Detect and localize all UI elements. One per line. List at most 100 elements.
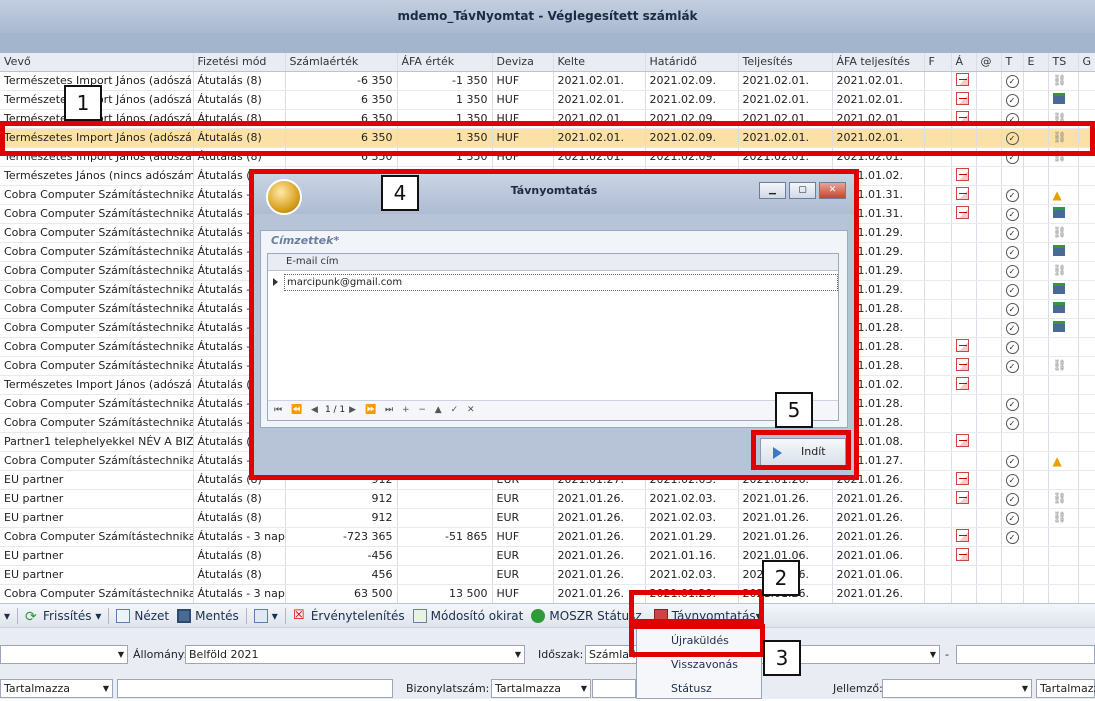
save-button[interactable]: Mentés (173, 605, 243, 627)
moszr-status-button[interactable]: MOSZR Státusz (527, 605, 645, 627)
minimize-button[interactable]: ▁ (759, 182, 786, 199)
column-header[interactable]: T (1001, 53, 1024, 72)
view-button[interactable]: Nézet (112, 605, 173, 627)
column-header[interactable]: @ (976, 53, 1002, 72)
column-header[interactable]: Á (951, 53, 977, 72)
refresh-icon: ⟳ (25, 608, 37, 625)
filter-text-1[interactable] (117, 679, 393, 698)
table-row[interactable]: Természetes Import János (adószá...Átuta… (0, 147, 1095, 167)
table-cell (1023, 413, 1049, 433)
table-cell (924, 508, 952, 528)
separator (108, 607, 110, 624)
remote-print-label: Távnyomtatás (671, 608, 756, 623)
table-cell: 2021.01.06. (832, 546, 925, 566)
filter-mode-3[interactable]: Tartalmazza (1036, 679, 1095, 698)
table-cell (1023, 375, 1049, 395)
close-button[interactable]: ✕ (819, 182, 846, 199)
app-logo-icon (266, 179, 302, 215)
column-header[interactable]: ÁFA érték (397, 53, 493, 72)
toolbar-more-button[interactable]: ▾ (0, 605, 14, 627)
column-header[interactable]: Határidő (645, 53, 739, 72)
table-cell: Cobra Computer Számítástechnikai ... (0, 394, 194, 414)
table-cell: ✓ (1001, 356, 1024, 376)
table-cell (1023, 90, 1049, 110)
maximize-button[interactable]: ▢ (789, 182, 816, 199)
table-cell: Átutalás - 3 nap (193, 527, 286, 547)
table-cell (924, 242, 952, 262)
table-row[interactable]: EU partner Átutalás (8) 456 EUR 2021.01.26. 2… (0, 565, 1095, 585)
table-cell: 2021.02.01. (832, 109, 925, 129)
table-cell (924, 394, 952, 414)
table-cell (1023, 280, 1049, 300)
table-row[interactable]: Cobra Computer Számítástechnikai ... Átut… (0, 584, 1095, 604)
column-header[interactable]: E (1023, 53, 1049, 72)
table-cell: Partner1 telephelyekkel NÉV A BIZ... (0, 432, 194, 452)
table-cell (951, 470, 977, 490)
filter-text-2[interactable] (592, 679, 636, 698)
date-to-input[interactable] (956, 645, 1095, 664)
pdf-icon (955, 528, 969, 542)
search-dropdown-button[interactable]: ▾ (250, 605, 282, 627)
table-cell: ✓ (1001, 204, 1024, 224)
check-circle-icon: ✓ (1005, 245, 1019, 259)
grid-navigator[interactable]: ⏮ ⏪ ◀ 1 / 1 ▶ ⏩ ⏭ + − ▲ ✓ ✕ (268, 400, 838, 420)
column-header[interactable]: Kelte (553, 53, 646, 72)
modify-document-button[interactable]: Módosító okirat (409, 605, 528, 627)
column-header[interactable]: Teljesítés (738, 53, 833, 72)
menu-item-resend[interactable]: Újraküldés (637, 629, 761, 653)
remote-print-menu: Újraküldés Visszavonás Státusz (636, 628, 762, 699)
column-header[interactable]: ÁFA teljesítés (832, 53, 925, 72)
table-cell: ⛓ (1048, 147, 1079, 167)
table-cell: Természetes János (nincs adószáma) (0, 166, 194, 186)
table-row[interactable]: Természetes Import János (adószá...Átuta… (0, 109, 1095, 129)
table-cell: Cobra Computer Számítástechnikai ... (0, 318, 194, 338)
table-row[interactable]: EU partner Átutalás (8) -456 EUR 2021.01.26.… (0, 546, 1095, 566)
column-header[interactable]: G (1078, 53, 1095, 72)
column-header[interactable]: F (924, 53, 952, 72)
table-row[interactable]: EU partner Átutalás (8) 912 EUR 2021.01.26. 2… (0, 489, 1095, 509)
table-cell (951, 318, 977, 338)
invalidate-button[interactable]: ☒ Érvénytelenítés (289, 605, 409, 627)
table-cell (951, 242, 977, 262)
table-cell (976, 337, 1002, 357)
table-cell (1048, 394, 1079, 414)
check-circle-icon: ✓ (1005, 264, 1019, 278)
filter-mode-2[interactable]: Tartalmazza ▼ (491, 679, 591, 698)
menu-item-status[interactable]: Státusz (637, 677, 761, 701)
column-header[interactable]: Deviza (492, 53, 554, 72)
jellemzo-select[interactable]: ▼ (882, 679, 1032, 698)
start-button[interactable]: Indít (760, 438, 846, 466)
table-cell: 6 350 (285, 147, 398, 167)
remote-print-button[interactable]: Távnyomtatás ▾ (650, 605, 766, 627)
table-cell (1048, 90, 1079, 110)
grid-header: Vevő Fizetési mód Számlaérték ÁFA érték Devi… (0, 53, 1095, 72)
table-cell (951, 166, 977, 186)
allomany-select[interactable]: Belföld 2021 ▼ (185, 645, 525, 664)
table-cell (1023, 147, 1049, 167)
link-icon: ⛓ (1052, 264, 1067, 277)
table-row[interactable]: Cobra Computer Számítástechnikai ... Átut… (0, 527, 1095, 547)
column-header[interactable]: Számlaérték (285, 53, 398, 72)
view-label: Nézet (134, 608, 170, 623)
table-cell (1048, 166, 1079, 186)
table-cell: Átutalás (8) (193, 71, 286, 91)
play-icon (773, 447, 782, 459)
refresh-button[interactable]: ⟳ Frissítés ▾ (21, 605, 105, 627)
table-row[interactable]: EU partner Átutalás (8) 912 EUR 2021.01.26. 2… (0, 508, 1095, 528)
menu-item-revoke[interactable]: Visszavonás (637, 653, 761, 677)
filter-select-1[interactable]: ▼ (0, 645, 128, 664)
table-cell: HUF (492, 527, 554, 547)
email-cell[interactable]: marcipunk@gmail.com (284, 274, 838, 291)
table-row[interactable]: Természetes Import János (adószá...Átuta… (0, 128, 1095, 148)
filter-mode-1[interactable]: Tartalmazza ▼ (0, 679, 113, 698)
check-circle-icon: ✓ (1005, 283, 1019, 297)
table-row[interactable]: Természetes Import János (adószá...Átuta… (0, 71, 1095, 91)
column-header[interactable]: TS (1048, 53, 1079, 72)
table-cell: Cobra Computer Számítástechnikai ... (0, 356, 194, 376)
table-cell: 2021.01.26. (832, 508, 925, 528)
table-row[interactable]: Természetes Import János (adószá...Átuta… (0, 90, 1095, 110)
table-cell (924, 318, 952, 338)
column-header[interactable]: Fizetési mód (193, 53, 286, 72)
column-header[interactable]: Vevő (0, 53, 194, 72)
table-cell (1078, 109, 1095, 129)
